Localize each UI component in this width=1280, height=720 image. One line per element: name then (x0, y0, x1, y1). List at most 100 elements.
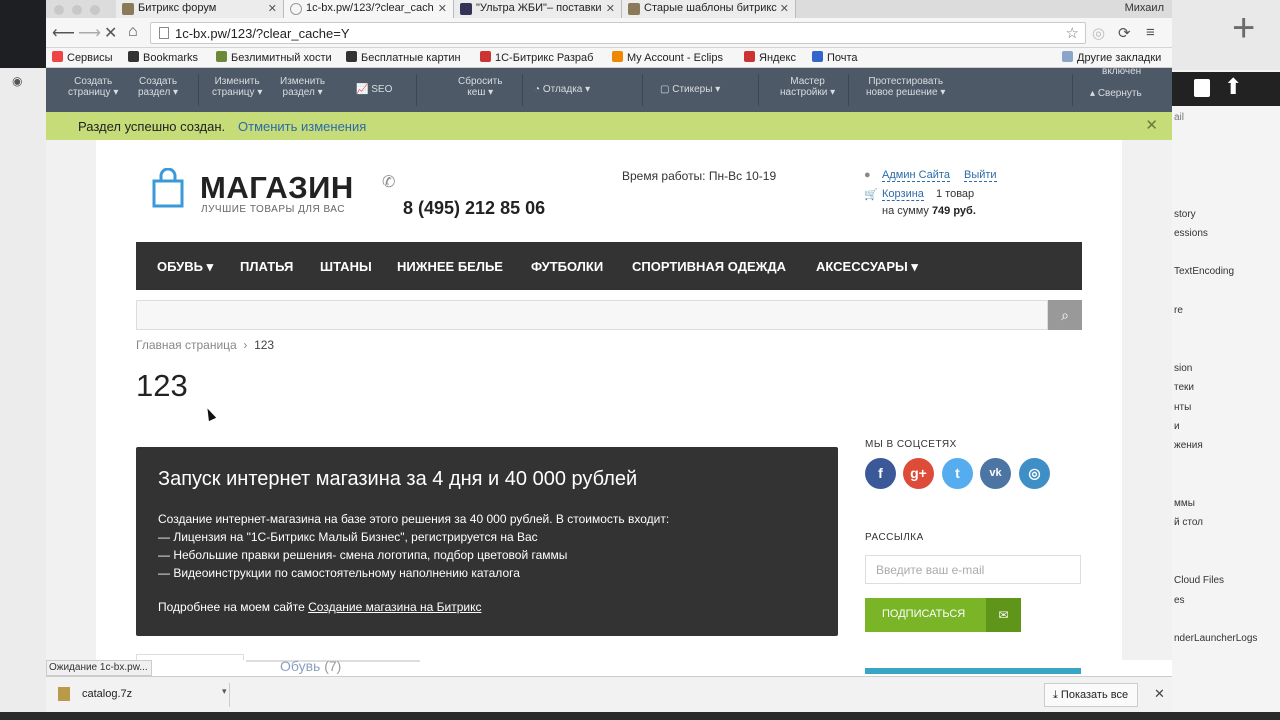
bookmark-hosting[interactable]: Безлимитный хости (216, 51, 332, 64)
plus-icon[interactable]: + (1232, 8, 1255, 48)
close-icon[interactable]: ✕ (780, 2, 789, 15)
bookmark-bookmarks[interactable]: Bookmarks (128, 51, 198, 64)
close-icon[interactable]: ✕ (1145, 116, 1158, 134)
menu-item-underwear[interactable]: НИЖНЕЕ БЕЛЬЕ (397, 259, 503, 274)
breadcrumb-home-link[interactable]: Главная страница (136, 338, 237, 352)
vk-icon[interactable]: vk (980, 458, 1011, 489)
side-item[interactable]: story (1174, 209, 1196, 220)
menu-item-accessories[interactable]: АКСЕССУАРЫ ▾ (816, 259, 918, 275)
bookmark-mail[interactable]: Почта (812, 51, 858, 64)
divider (1072, 74, 1073, 106)
undo-changes-link[interactable]: Отменить изменения (238, 119, 366, 134)
menu-item-sportswear[interactable]: СПОРТИВНАЯ ОДЕЖДА (632, 259, 786, 274)
create-page-button[interactable]: Создать страницу ▾ (68, 76, 118, 98)
home-icon[interactable]: ⌂ (128, 23, 138, 41)
bookmark-favicon-icon (480, 51, 491, 62)
bookmark-pictures[interactable]: Бесплатные картин (346, 51, 461, 64)
close-icon[interactable]: ✕ (606, 2, 615, 15)
extension-icon[interactable]: ◎ (1092, 24, 1105, 42)
page-icon (159, 27, 169, 39)
cart-link[interactable]: Корзина (882, 188, 924, 201)
side-item[interactable]: теки (1174, 382, 1194, 393)
menu-icon[interactable]: ≡ (1146, 24, 1155, 41)
collapse-panel-button[interactable]: ▴ Свернуть (1090, 88, 1142, 99)
show-all-downloads-button[interactable]: ⤓ Показать все (1044, 683, 1138, 707)
tab-ultra-zhbi[interactable]: "Ультра ЖБИ"– поставки ✕ (454, 0, 622, 18)
logout-link[interactable]: Выйти (964, 169, 997, 182)
refresh-extension-icon[interactable]: ⟳ (1118, 24, 1131, 42)
downloads-bar: catalog.7z ▾ ⤓ Показать все ✕ (46, 676, 1172, 712)
google-plus-icon[interactable]: g+ (903, 458, 934, 489)
test-solution-button[interactable]: Протестировать новое решение ▾ (866, 76, 945, 98)
side-item[interactable]: нты (1174, 402, 1191, 413)
debug-button[interactable]: ◔ Отладка ▾ (534, 84, 590, 95)
promo-link[interactable]: Создание магазина на Битрикс (308, 600, 481, 614)
tab-1c-bx[interactable]: 1c-bx.pw/123/?clear_cach ✕ (284, 0, 454, 18)
search-icon[interactable]: ⌕ (1048, 300, 1082, 330)
category-link[interactable]: Обувь (7) (280, 658, 341, 674)
seo-button[interactable]: 📈 SEO (356, 84, 392, 95)
window-zoom-control[interactable] (90, 5, 100, 15)
shopping-bag-icon[interactable] (150, 168, 186, 208)
bookmark-yandex[interactable]: Яндекс (744, 51, 796, 64)
stop-loading-icon[interactable]: ✕ (104, 23, 117, 43)
side-item[interactable]: re (1174, 305, 1183, 316)
bookmark-eclipse[interactable]: My Account - Eclips (612, 51, 723, 64)
eye-icon[interactable]: ◉ (12, 74, 22, 88)
browser-window: Битрикс форум ✕ 1c-bx.pw/123/?clear_cach… (46, 0, 1172, 720)
bookmark-services[interactable]: Сервисы (52, 51, 113, 64)
subscribe-button[interactable]: ПОДПИСАТЬСЯ ✉ (865, 598, 1021, 632)
setup-wizard-button[interactable]: Мастер настройки ▾ (780, 76, 835, 98)
side-item[interactable]: ммы (1174, 498, 1195, 509)
window-minimize-control[interactable] (72, 5, 82, 15)
window-close-control[interactable] (54, 5, 64, 15)
caret-up-icon: ▴ (1090, 88, 1098, 99)
menu-item-shoes[interactable]: ОБУВЬ ▾ (157, 259, 213, 275)
other-bookmarks[interactable]: Другие закладки (1062, 51, 1161, 64)
bookmark-bitrix-dev[interactable]: 1С-Битрикс Разраб (480, 51, 593, 64)
side-item[interactable]: и (1174, 421, 1180, 432)
arrow-up-icon[interactable]: ⬆ (1224, 74, 1242, 100)
logo-title[interactable]: МАГАЗИН (200, 170, 354, 206)
download-icon: ⤓ (1053, 689, 1061, 701)
divider (758, 74, 759, 106)
stickers-button[interactable]: ▢ Стикеры ▾ (660, 84, 720, 95)
address-bar[interactable]: 1c-bx.pw/123/?clear_cache=Y ☆ (150, 22, 1086, 44)
side-item[interactable]: es (1174, 595, 1185, 606)
forward-arrow-icon[interactable]: ⟶ (78, 23, 101, 43)
edit-section-button[interactable]: Изменить раздел ▾ (280, 76, 325, 98)
close-icon[interactable]: ✕ (438, 2, 447, 15)
clear-cache-button[interactable]: Сбросить кеш ▾ (458, 76, 502, 98)
menu-item-tshirts[interactable]: ФУТБОЛКИ (531, 259, 603, 274)
facebook-icon[interactable]: f (865, 458, 896, 489)
side-item[interactable]: й стол (1174, 517, 1203, 528)
create-section-button[interactable]: Создать раздел ▾ (138, 76, 178, 98)
side-item[interactable]: nderLauncherLogs (1174, 633, 1257, 644)
side-item[interactable]: essions (1174, 228, 1208, 239)
email-field[interactable]: Введите ваш e-mail (865, 555, 1081, 584)
side-item[interactable]: sion (1174, 363, 1192, 374)
close-icon[interactable]: ✕ (1154, 686, 1165, 702)
search-input[interactable] (136, 300, 1048, 330)
user-profile-link[interactable]: Админ Сайта (882, 169, 950, 182)
sort-dropdown[interactable] (136, 654, 244, 660)
close-icon[interactable]: ✕ (268, 2, 277, 15)
side-item[interactable]: Cloud Files (1174, 575, 1224, 586)
tab-bitrix-forum[interactable]: Битрикс форум ✕ (116, 0, 284, 18)
profile-button[interactable]: Михаил (1125, 2, 1164, 14)
chevron-down-icon[interactable]: ▾ (222, 686, 227, 697)
tab-old-templates[interactable]: Старые шаблоны битрикс ✕ (622, 0, 796, 18)
menu-item-pants[interactable]: ШТАНЫ (320, 259, 372, 274)
back-arrow-icon[interactable]: ⟵ (52, 23, 75, 43)
download-item[interactable]: catalog.7z ▾ (54, 683, 230, 707)
bookmarks-bar: Сервисы Bookmarks Безлимитный хости Бесп… (46, 48, 1172, 68)
instagram-icon[interactable]: ◎ (1019, 458, 1050, 489)
dock (0, 712, 1280, 720)
bookmark-star-icon[interactable]: ☆ (1066, 24, 1079, 42)
edit-page-button[interactable]: Изменить страницу ▾ (212, 76, 262, 98)
menu-item-dresses[interactable]: ПЛАТЬЯ (240, 259, 293, 274)
twitter-icon[interactable]: t (942, 458, 973, 489)
side-item[interactable]: жения (1174, 440, 1203, 451)
side-item[interactable]: TextEncoding (1174, 266, 1234, 277)
note-icon[interactable] (1194, 79, 1210, 97)
